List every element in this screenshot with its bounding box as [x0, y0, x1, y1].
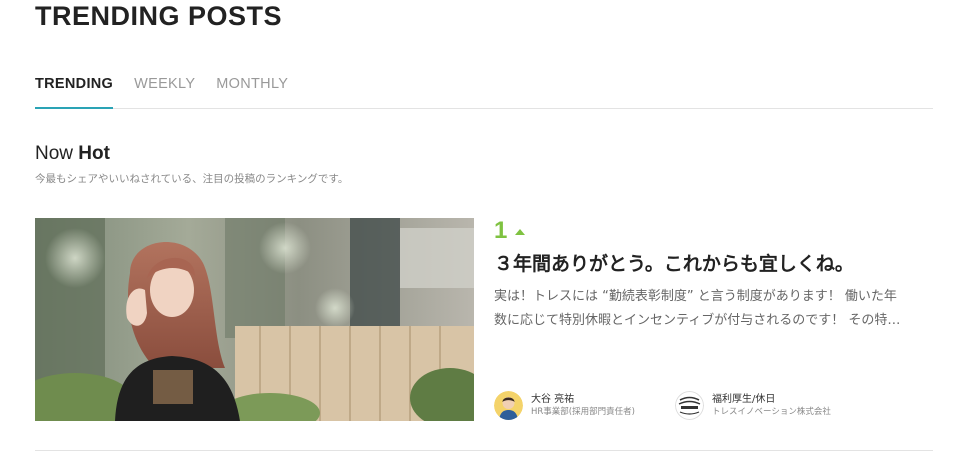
- post-excerpt-line: 数に応じて特別休暇とインセンティブが付与されるのです！ その特…: [494, 313, 901, 328]
- section-subtitle: 今最もシェアやいいねされている、注目の投稿のランキングです。: [35, 173, 349, 185]
- category-link[interactable]: 福利厚生/休日 トレスイノベーション株式会社: [675, 391, 831, 420]
- author-role: HR事業部(採用部門責任者): [531, 407, 635, 417]
- triangle-up-icon: [515, 229, 526, 235]
- author-link[interactable]: 大谷 亮祐 HR事業部(採用部門責任者): [494, 391, 635, 420]
- company-name: トレスイノベーション株式会社: [712, 407, 831, 417]
- rank-indicator: 1: [494, 217, 526, 244]
- section-heading: Now Hot: [35, 143, 110, 165]
- post-title[interactable]: ３年間ありがとう。これからも宜しくね。: [494, 251, 854, 277]
- author-info: 大谷 亮祐 HR事業部(採用部門責任者): [531, 393, 635, 418]
- page-title: TRENDING POSTS: [35, 1, 283, 31]
- tab-monthly[interactable]: MONTHLY: [216, 74, 288, 109]
- category-info: 福利厚生/休日 トレスイノベーション株式会社: [712, 393, 831, 418]
- rank-number: 1: [494, 217, 508, 244]
- tab-trending[interactable]: TRENDING: [35, 74, 114, 109]
- section-heading-bold: Hot: [78, 143, 110, 164]
- post-excerpt: 実は！トレスには “勤続表彰制度” と言う制度があります！ 働いた年 数に応じて…: [494, 285, 934, 333]
- trending-posts-page: TRENDING POSTS TRENDING WEEKLY MONTHLY N…: [0, 0, 971, 452]
- tab-weekly[interactable]: WEEKLY: [134, 74, 195, 109]
- author-name: 大谷 亮祐: [531, 394, 575, 405]
- company-logo-icon: [675, 391, 704, 420]
- divider: [35, 450, 933, 451]
- post-thumbnail-image[interactable]: [35, 218, 474, 421]
- post-excerpt-line: 実は！トレスには “勤続表彰制度” と言う制度があります！ 働いた年: [494, 289, 897, 304]
- tab-bar: TRENDING WEEKLY MONTHLY: [35, 74, 933, 109]
- section-heading-light: Now: [35, 143, 79, 164]
- avatar: [494, 391, 523, 420]
- category-name: 福利厚生/休日: [712, 394, 776, 405]
